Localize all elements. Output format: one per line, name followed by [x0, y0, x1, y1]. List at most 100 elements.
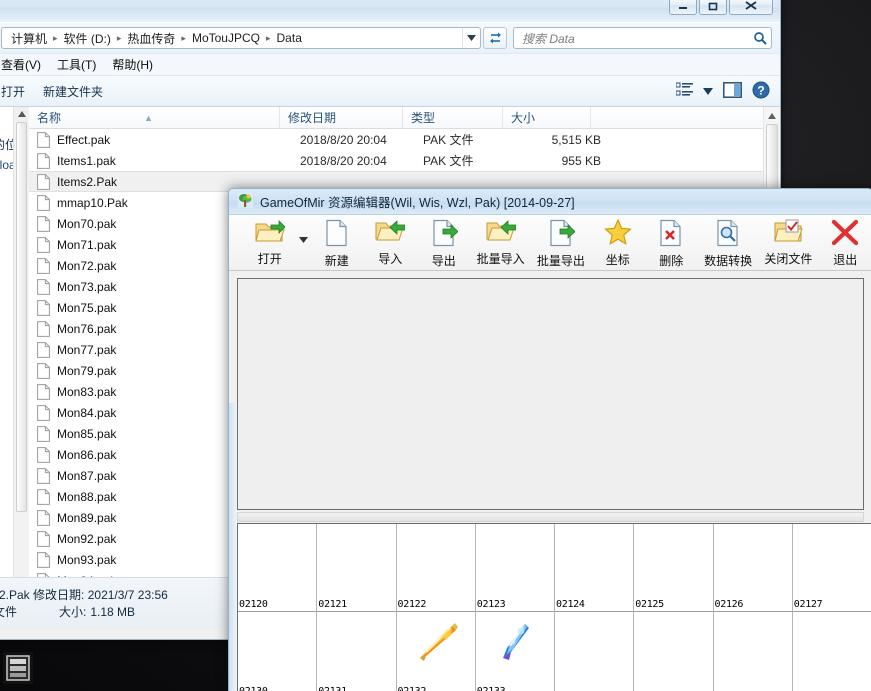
minimize-button[interactable]: [669, 0, 697, 15]
file-icon: [37, 447, 50, 463]
menu-item-tools[interactable]: 工具(T): [57, 56, 96, 73]
thumbnail-cell[interactable]: [555, 612, 634, 691]
breadcrumb-item-motoujpcq[interactable]: MoTouJPCQ: [189, 30, 263, 46]
details-line-1: s2.Pak 修改日期: 2021/3/7 23:56: [0, 587, 168, 604]
thumbnail-cell[interactable]: 02123: [476, 524, 555, 612]
preview-pane-icon[interactable]: [723, 82, 742, 101]
file-icon: [37, 552, 50, 568]
breadcrumb-item-drive[interactable]: 软件 (D:): [61, 29, 114, 48]
toolbar-button-label: 导出: [432, 252, 456, 269]
column-header-name[interactable]: 名称 ▲: [29, 107, 280, 129]
thumbnail-cell[interactable]: [634, 612, 713, 691]
thumbnail-cell[interactable]: 02132: [397, 612, 476, 691]
toolbar-dropdown-arrow-icon[interactable]: [296, 219, 310, 243]
toolbar-button-open-folder[interactable]: 打开: [243, 219, 296, 267]
thumbnail-cell[interactable]: 02120: [238, 524, 317, 612]
new-folder-button[interactable]: 新建文件夹: [43, 83, 103, 100]
toolbar-button-data-convert[interactable]: 数据转换: [698, 219, 758, 269]
thumbnail-index-label: 02120: [239, 599, 268, 610]
blue-blade-sprite: [491, 618, 539, 666]
toolbar-button-close-file[interactable]: 关闭文件: [758, 219, 818, 267]
thumbnail-cell[interactable]: 02122: [397, 524, 476, 612]
column-header-size[interactable]: 大小: [503, 107, 591, 129]
thumbnail-cell[interactable]: 02133: [476, 612, 555, 691]
thumbnail-cell[interactable]: 02125: [634, 524, 713, 612]
table-row[interactable]: Effect.pak2018/8/20 20:04PAK 文件5,515 KB: [29, 129, 780, 150]
thumbnail-grid[interactable]: 02120 0212102122 021230212402125 0212602127…: [237, 523, 871, 691]
address-bar[interactable]: 计算机 ▸ 软件 (D:) ▸ 热血传奇 ▸ MoTouJPCQ ▸ Data: [1, 27, 481, 49]
thumbnail-index-label: 02132: [398, 686, 427, 691]
horizontal-splitter[interactable]: [237, 512, 864, 522]
thumbnail-cell[interactable]: 02121: [317, 524, 396, 612]
explorer-titlebar[interactable]: [0, 0, 780, 23]
thumbnail-index-label: 02125: [635, 599, 664, 610]
thumbnail-cell[interactable]: 02126: [714, 524, 793, 612]
maximize-button[interactable]: [699, 0, 727, 15]
nav-pane-scrollbar[interactable]: [13, 107, 29, 577]
thumbnail-image: [491, 618, 539, 666]
thumbnail-cell[interactable]: 02127: [793, 524, 871, 612]
toolbar-button-new-file[interactable]: 新建: [310, 219, 363, 269]
refresh-icon: [488, 31, 503, 45]
breadcrumb: 计算机 ▸ 软件 (D:) ▸ 热血传奇 ▸ MoTouJPCQ ▸ Data: [2, 29, 462, 48]
thumbnail-index-label: 02122: [398, 599, 427, 610]
column-header-type[interactable]: 类型: [403, 107, 503, 129]
toolbar-button-label: 打开: [258, 250, 282, 267]
toolbar-button-export[interactable]: 导出: [417, 219, 470, 269]
menu-item-view[interactable]: 查看(V): [1, 56, 41, 73]
file-date-cell: 2018/8/20 20:04: [300, 133, 423, 147]
batch-export-icon: [547, 219, 575, 250]
chevron-down-icon[interactable]: [462, 28, 480, 48]
view-list-icon[interactable]: [676, 82, 693, 100]
thumbnail-index-label: 02127: [794, 599, 823, 610]
toolbar-button-batch-export[interactable]: 批量导出: [531, 219, 591, 269]
table-row[interactable]: Items1.pak2018/8/20 20:04PAK 文件955 KB: [29, 150, 780, 171]
details-date-label: 修改日期:: [33, 588, 84, 602]
view-dropdown-icon[interactable]: [703, 84, 713, 98]
thumbnail-cell[interactable]: [714, 612, 793, 691]
file-icon: [37, 258, 50, 274]
file-icon: [37, 237, 50, 253]
new-file-icon: [323, 219, 351, 250]
thumbnail-cell[interactable]: [793, 612, 871, 691]
taskbar-thumbnail-icon[interactable]: [3, 652, 33, 684]
toolbar-button-label: 退出: [833, 251, 857, 268]
toolbar-button-star-coordinate[interactable]: 坐标: [591, 219, 644, 268]
screen: 计算机 ▸ 软件 (D:) ▸ 热血传奇 ▸ MoTouJPCQ ▸ Data: [0, 0, 871, 691]
navigation-pane[interactable]: 的位置 nloads: [0, 107, 29, 577]
file-icon: [37, 489, 50, 505]
refresh-button[interactable]: [483, 27, 507, 49]
open-button[interactable]: 打开: [1, 83, 25, 100]
details-size-value: 1.18 MB: [86, 604, 135, 621]
gameofmir-titlebar[interactable]: GameOfMir 资源编辑器(Wil, Wis, Wzl, Pak) [201…: [229, 189, 871, 215]
scrollbar-thumb[interactable]: [16, 122, 27, 512]
toolbar-button-exit[interactable]: 退出: [819, 219, 871, 268]
file-icon: [37, 153, 50, 169]
thumbnail-cell[interactable]: 02130: [238, 612, 317, 691]
scroll-up-icon[interactable]: [764, 107, 780, 124]
grid-left-edge: [229, 403, 237, 691]
thumbnail-index-label: 02131: [318, 686, 347, 691]
breadcrumb-item-computer[interactable]: 计算机: [8, 29, 50, 48]
search-input[interactable]: 搜索 Data: [513, 27, 772, 49]
file-icon: [37, 195, 50, 211]
image-preview-canvas[interactable]: [237, 278, 864, 510]
file-type-cell: PAK 文件: [423, 131, 523, 148]
breadcrumb-item-data[interactable]: Data: [274, 30, 305, 46]
toolbar-button-import[interactable]: 导入: [364, 219, 417, 267]
thumbnail-index-label: 02130: [239, 686, 268, 691]
menu-item-help[interactable]: 帮助(H): [112, 56, 153, 73]
file-icon: [37, 321, 50, 337]
help-icon[interactable]: ?: [752, 81, 770, 102]
column-header-date[interactable]: 修改日期: [280, 107, 403, 129]
thumbnail-cell[interactable]: 02131: [317, 612, 396, 691]
details-line-2: 文件 大小: 1.18 MB: [0, 604, 168, 621]
breadcrumb-item-game[interactable]: 热血传奇: [124, 29, 178, 48]
toolbar-button-batch-import[interactable]: 批量导入: [470, 219, 530, 267]
details-size-label: 大小:: [59, 604, 86, 621]
export-icon: [430, 219, 458, 250]
close-button[interactable]: [729, 0, 773, 15]
thumbnail-cell[interactable]: 02124: [555, 524, 634, 612]
scroll-up-icon[interactable]: [14, 107, 29, 121]
toolbar-button-delete-file[interactable]: 删除: [645, 219, 698, 269]
